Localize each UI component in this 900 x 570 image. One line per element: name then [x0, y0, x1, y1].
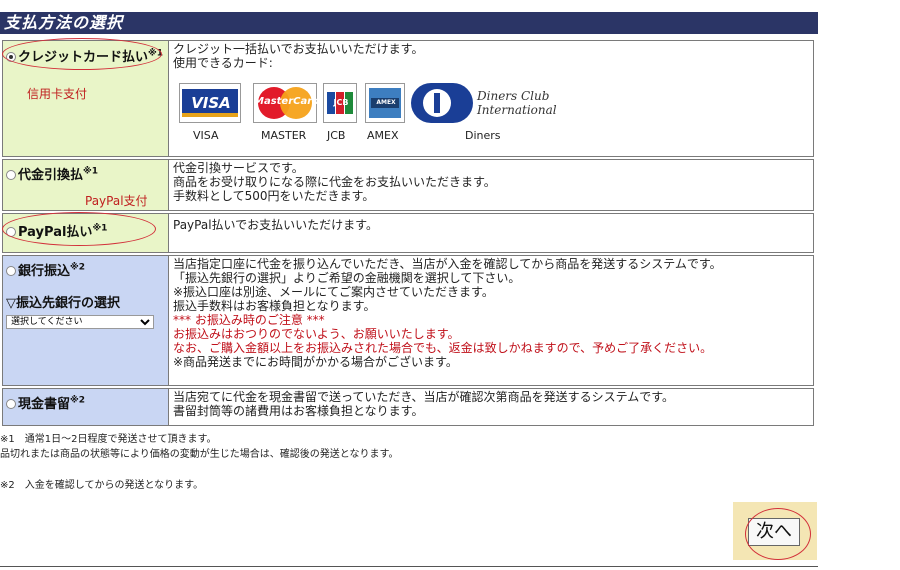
payment-row-cash-mail: 現金書留※2 当店宛てに代金を現金書留で送っていただき、当店が確認次第商品を発送…	[2, 388, 814, 426]
cash-mail-option[interactable]: 現金書留※2	[6, 393, 85, 412]
desc-line: 代金引換サービスです。	[173, 161, 304, 175]
desc-line: 当店指定口座に代金を振り込んでいただき、当店が入金を確認してから商品を発送するシ…	[173, 257, 722, 271]
credit-description: クレジット一括払いでお支払いいただけます。 使用できるカード:	[173, 42, 811, 70]
desc-line: PayPal払いでお支払いいただけます。	[173, 218, 378, 232]
desc-line: 書留封筒等の諸費用はお客様負担となります。	[173, 404, 424, 418]
desc-line: 「振込先銀行の選択」よりご希望の金融機関を選択して下さい。	[173, 271, 521, 285]
paypal-description: PayPal払いでお支払いいただけます。	[173, 218, 811, 232]
visa-caption: VISA	[193, 129, 219, 142]
visa-logo: VISA	[179, 83, 241, 123]
desc-line: ※振込口座は別途、メールにてご案内させていただきます。	[173, 285, 494, 299]
amex-caption: AMEX	[367, 129, 399, 142]
page-title: 支払方法の選択	[0, 12, 818, 34]
payment-label-cell: 代金引換払※1 PayPal支付	[3, 160, 169, 210]
footnote: 品切れまたは商品の状態等により価格の変動が生じた場合は、確認後の発送となります。	[0, 449, 399, 460]
radio-cod[interactable]	[6, 169, 16, 180]
mastercard-logo: MasterCard	[253, 83, 320, 123]
payment-label-cell: 現金書留※2	[3, 389, 169, 425]
warning-line: なお、ご購入金額以上をお振込みされた場合でも、返金は致しかねますので、予めご了承…	[173, 341, 713, 355]
visa-logo-text: VISA	[191, 94, 231, 112]
credit-highlight-oval	[2, 38, 162, 70]
bottom-divider	[0, 566, 818, 567]
cash-mail-description: 当店宛てに代金を現金書留で送っていただき、当店が確認次第商品を発送するシステムで…	[173, 390, 811, 418]
amex-logo-text: AMEX	[376, 99, 396, 106]
note-mark: ※1	[83, 166, 99, 177]
diners-caption: Diners	[465, 129, 501, 142]
desc-line: 当店宛てに代金を現金書留で送っていただき、当店が確認次第商品を発送するシステムで…	[173, 390, 675, 404]
jcb-logo: JCB	[323, 83, 357, 123]
diners-logo-text: Diners Club International	[477, 89, 557, 117]
amex-logo: AMEX	[365, 83, 405, 123]
footnote: ※2 入金を確認してからの発送となります。	[0, 480, 204, 491]
warning-line: お振込みはおつりのでないよう、お願いいたします。	[173, 327, 460, 341]
diners-logo: Diners Club International	[411, 83, 557, 123]
paypal-annotation: PayPal支付	[85, 194, 148, 208]
footnotes: ※1 通常1日〜2日程度で発送させて頂きます。 品切れまたは商品の状態等により価…	[0, 432, 399, 493]
payment-row-bank: 銀行振込※2 ▽振込先銀行の選択 選択してください 当店指定口座に代金を振り込ん…	[2, 255, 814, 386]
bank-description: 当店指定口座に代金を振り込んでいただき、当店が入金を確認してから商品を発送するシ…	[173, 257, 811, 369]
bank-select[interactable]: 選択してください	[6, 315, 154, 329]
note-mark: ※2	[70, 262, 86, 273]
desc-line: 使用できるカード:	[173, 56, 273, 70]
warning-line: *** お振込み時のご注意 ***	[173, 313, 325, 327]
paypal-highlight-oval	[2, 212, 156, 246]
cod-option[interactable]: 代金引換払※1	[6, 164, 98, 183]
credit-annotation: 信用卡支付	[27, 87, 88, 101]
payment-label-cell: 銀行振込※2 ▽振込先銀行の選択 選択してください	[3, 256, 169, 385]
footnote: ※1 通常1日〜2日程度で発送させて頂きます。	[0, 434, 217, 445]
desc-line: クレジット一括払いでお支払いいただけます。	[173, 42, 424, 56]
mastercard-logo-text: MasterCard	[254, 96, 320, 107]
desc-line: ※商品発送までにお時間がかかる場合がございます。	[173, 355, 458, 369]
desc-line: 手数料として500円をいただきます。	[173, 189, 375, 203]
radio-bank[interactable]	[6, 265, 16, 276]
next-highlight-oval	[745, 508, 811, 560]
desc-line: 商品をお受け取りになる際に代金をお支払いいただきます。	[173, 175, 496, 189]
bank-select-wrap: 選択してください	[6, 309, 154, 329]
cash-mail-label: 現金書留	[18, 397, 71, 412]
note-mark: ※2	[70, 395, 86, 406]
cod-label: 代金引換払	[18, 168, 84, 183]
master-caption: MASTER	[261, 129, 307, 142]
bank-option[interactable]: 銀行振込※2	[6, 260, 85, 279]
jcb-logo-text: JCB	[333, 98, 349, 107]
bank-label: 銀行振込	[18, 264, 71, 279]
cod-description: 代金引換サービスです。 商品をお受け取りになる際に代金をお支払いいただきます。 …	[173, 161, 811, 203]
radio-cash-mail[interactable]	[6, 398, 16, 409]
jcb-caption: JCB	[327, 129, 346, 142]
payment-row-cod: 代金引換払※1 PayPal支付 代金引換サービスです。 商品をお受け取りになる…	[2, 159, 814, 211]
desc-line: 振込手数料はお客様負担となります。	[173, 299, 376, 313]
